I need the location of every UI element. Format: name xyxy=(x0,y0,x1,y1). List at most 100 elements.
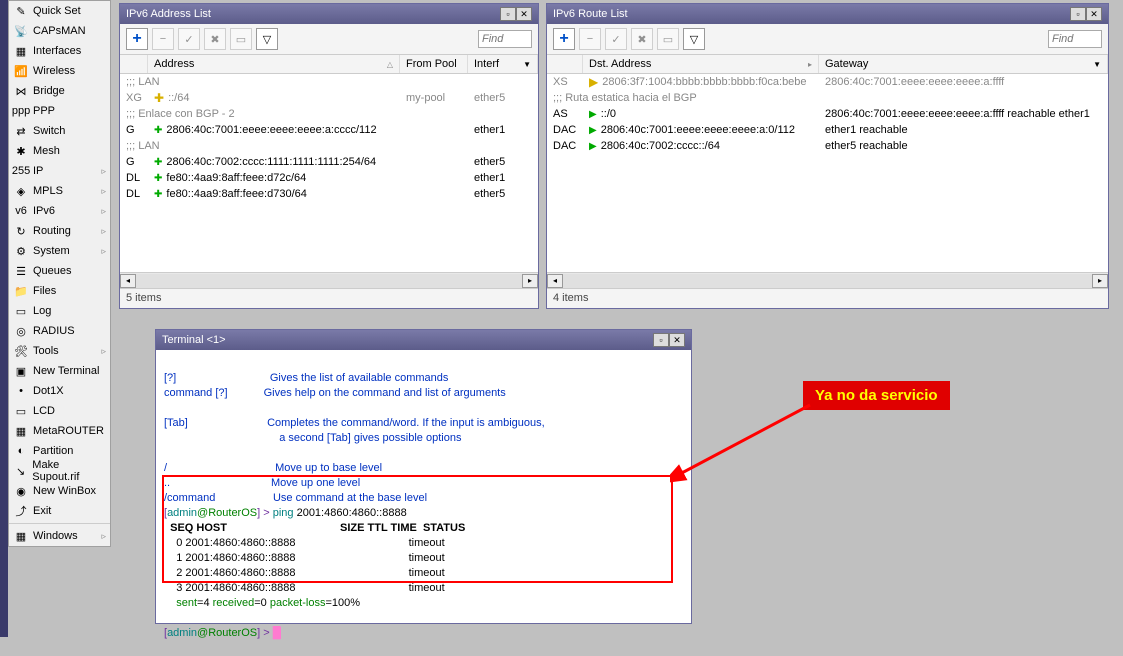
toolbar: + − ✓ ✖ ▭ ▽ xyxy=(547,24,1108,54)
table-row[interactable]: DAC▶2806:40c:7002:cccc::/64ether5 reacha… xyxy=(547,138,1108,154)
cell-flags: DL xyxy=(120,172,148,184)
horizontal-scrollbar[interactable]: ◂ ▸ xyxy=(547,272,1108,288)
remove-button[interactable]: − xyxy=(579,28,601,50)
sidebar-item-ip[interactable]: 255IP▹ xyxy=(9,161,110,181)
th-dst[interactable]: Dst. Address▸ xyxy=(583,55,819,73)
remove-button[interactable]: − xyxy=(152,28,174,50)
sidebar-item-system[interactable]: ⚙System▹ xyxy=(9,241,110,261)
comment-button[interactable]: ▭ xyxy=(230,28,252,50)
horizontal-scrollbar[interactable]: ◂ ▸ xyxy=(120,272,538,288)
sidebar-item-capsman[interactable]: 📡CAPsMAN xyxy=(9,21,110,41)
th-interface[interactable]: Interf▼ xyxy=(468,55,538,73)
titlebar[interactable]: IPv6 Address List ▫ ✕ xyxy=(120,4,538,24)
sidebar-item-label: Routing xyxy=(33,225,71,237)
table-row[interactable]: G✚2806:40c:7002:cccc:1111:1111:1111:254/… xyxy=(120,154,538,170)
submenu-arrow-icon: ▹ xyxy=(101,186,106,197)
table-body[interactable]: XS▶2806:3f7:1004:bbbb:bbbb:bbbb:f0ca:beb… xyxy=(547,74,1108,272)
sidebar-item-files[interactable]: 📁Files xyxy=(9,281,110,301)
add-button[interactable]: + xyxy=(553,28,575,50)
sidebar-item-windows[interactable]: ▦Windows▹ xyxy=(9,526,110,546)
close-button[interactable]: ✕ xyxy=(669,333,685,347)
sidebar-item-exit[interactable]: ⤴Exit xyxy=(9,501,110,521)
cell-dst: ▶2806:40c:7002:cccc::/64 xyxy=(583,140,819,152)
sidebar-item-interfaces[interactable]: ▦Interfaces xyxy=(9,41,110,61)
sidebar-item-routing[interactable]: ↻Routing▹ xyxy=(9,221,110,241)
sidebar-item-label: RADIUS xyxy=(33,325,75,337)
close-button[interactable]: ✕ xyxy=(516,7,532,21)
table-row[interactable]: XG✚::/64my-poolether5 xyxy=(120,90,538,106)
supout-icon: ↘ xyxy=(13,463,28,479)
disable-button[interactable]: ✖ xyxy=(631,28,653,50)
cell-flags: DAC xyxy=(547,140,583,152)
cell-interface: ether1 xyxy=(468,124,538,136)
table-row[interactable]: AS▶::/02806:40c:7001:eeee:eeee:eeee:a:ff… xyxy=(547,106,1108,122)
close-button[interactable]: ✕ xyxy=(1086,7,1102,21)
sidebar-item-lcd[interactable]: ▭LCD xyxy=(9,401,110,421)
sidebar-item-radius[interactable]: ◎RADIUS xyxy=(9,321,110,341)
table-row[interactable]: XS▶2806:3f7:1004:bbbb:bbbb:bbbb:f0ca:beb… xyxy=(547,74,1108,90)
sidebar-item-new-terminal[interactable]: ▣New Terminal xyxy=(9,361,110,381)
sidebar-item-quick-set[interactable]: ✎Quick Set xyxy=(9,1,110,21)
window-title: IPv6 Route List xyxy=(553,8,1070,20)
th-address[interactable]: Address△ xyxy=(148,55,400,73)
disable-button[interactable]: ✖ xyxy=(204,28,226,50)
sidebar-item-tools[interactable]: 🛠Tools▹ xyxy=(9,341,110,361)
th-gateway[interactable]: Gateway▼ xyxy=(819,55,1108,73)
submenu-arrow-icon: ▹ xyxy=(101,246,106,257)
cell-gateway: ether1 reachable xyxy=(819,124,1108,136)
cell-address: ✚2806:40c:7002:cccc:1111:1111:1111:254/6… xyxy=(148,156,400,168)
sidebar-item-metarouter[interactable]: ▦MetaROUTER xyxy=(9,421,110,441)
sidebar-item-switch[interactable]: ⇄Switch xyxy=(9,121,110,141)
th-flags[interactable] xyxy=(547,55,583,73)
scroll-left-button[interactable]: ◂ xyxy=(547,274,563,288)
scroll-track[interactable] xyxy=(136,274,522,288)
enable-button[interactable]: ✓ xyxy=(605,28,627,50)
sidebar-item-ppp[interactable]: pppPPP xyxy=(9,101,110,121)
scroll-right-button[interactable]: ▸ xyxy=(522,274,538,288)
sidebar-item-dot1x[interactable]: •Dot1X xyxy=(9,381,110,401)
cell-dst: ▶2806:40c:7001:eeee:eeee:eeee:a:0/112 xyxy=(583,124,819,136)
find-input[interactable] xyxy=(478,30,532,48)
filter-button[interactable]: ▽ xyxy=(256,28,278,50)
sidebar-item-make-supout-rif[interactable]: ↘Make Supout.rif xyxy=(9,461,110,481)
window-title: IPv6 Address List xyxy=(126,8,500,20)
sidebar-item-mesh[interactable]: ✱Mesh xyxy=(9,141,110,161)
minimize-button[interactable]: ▫ xyxy=(1070,7,1086,21)
table-row[interactable]: DL✚fe80::4aa9:8aff:feee:d72c/64ether1 xyxy=(120,170,538,186)
terminal-icon: ▣ xyxy=(13,363,29,379)
minimize-button[interactable]: ▫ xyxy=(500,7,516,21)
find-input[interactable] xyxy=(1048,30,1102,48)
table-row[interactable]: DAC▶2806:40c:7001:eeee:eeee:eeee:a:0/112… xyxy=(547,122,1108,138)
titlebar[interactable]: Terminal <1> ▫ ✕ xyxy=(156,330,691,350)
th-flags[interactable] xyxy=(120,55,148,73)
sidebar-item-mpls[interactable]: ◈MPLS▹ xyxy=(9,181,110,201)
sidebar-item-log[interactable]: ▭Log xyxy=(9,301,110,321)
filter-button[interactable]: ▽ xyxy=(683,28,705,50)
minimize-button[interactable]: ▫ xyxy=(653,333,669,347)
lcd-icon: ▭ xyxy=(13,403,29,419)
cell-flags: XS xyxy=(547,76,583,88)
tools-icon: 🛠 xyxy=(13,343,29,359)
sidebar-item-ipv6[interactable]: v6IPv6▹ xyxy=(9,201,110,221)
enable-button[interactable]: ✓ xyxy=(178,28,200,50)
table-row[interactable]: DL✚fe80::4aa9:8aff:feee:d730/64ether5 xyxy=(120,186,538,202)
callout-arrow xyxy=(670,395,820,485)
submenu-arrow-icon: ▹ xyxy=(101,206,106,217)
titlebar[interactable]: IPv6 Route List ▫ ✕ xyxy=(547,4,1108,24)
table-body[interactable]: ;;; LANXG✚::/64my-poolether5;;; Enlace c… xyxy=(120,74,538,272)
sidebar-item-new-winbox[interactable]: ◉New WinBox xyxy=(9,481,110,501)
scroll-right-button[interactable]: ▸ xyxy=(1092,274,1108,288)
table-comment-row: ;;; LAN xyxy=(120,74,538,90)
scroll-track[interactable] xyxy=(563,274,1092,288)
sidebar-item-queues[interactable]: ☰Queues xyxy=(9,261,110,281)
table-comment-row: ;;; LAN xyxy=(120,138,538,154)
th-from-pool[interactable]: From Pool xyxy=(400,55,468,73)
add-button[interactable]: + xyxy=(126,28,148,50)
scroll-left-button[interactable]: ◂ xyxy=(120,274,136,288)
sidebar-item-bridge[interactable]: ⋈Bridge xyxy=(9,81,110,101)
sidebar-item-wireless[interactable]: 📶Wireless xyxy=(9,61,110,81)
comment-button[interactable]: ▭ xyxy=(657,28,679,50)
sidebar-item-partition[interactable]: ◐Partition xyxy=(9,441,110,461)
table-row[interactable]: G✚2806:40c:7001:eeee:eeee:eeee:a:cccc/11… xyxy=(120,122,538,138)
ipv6-address-window: IPv6 Address List ▫ ✕ + − ✓ ✖ ▭ ▽ Addres… xyxy=(119,3,539,309)
